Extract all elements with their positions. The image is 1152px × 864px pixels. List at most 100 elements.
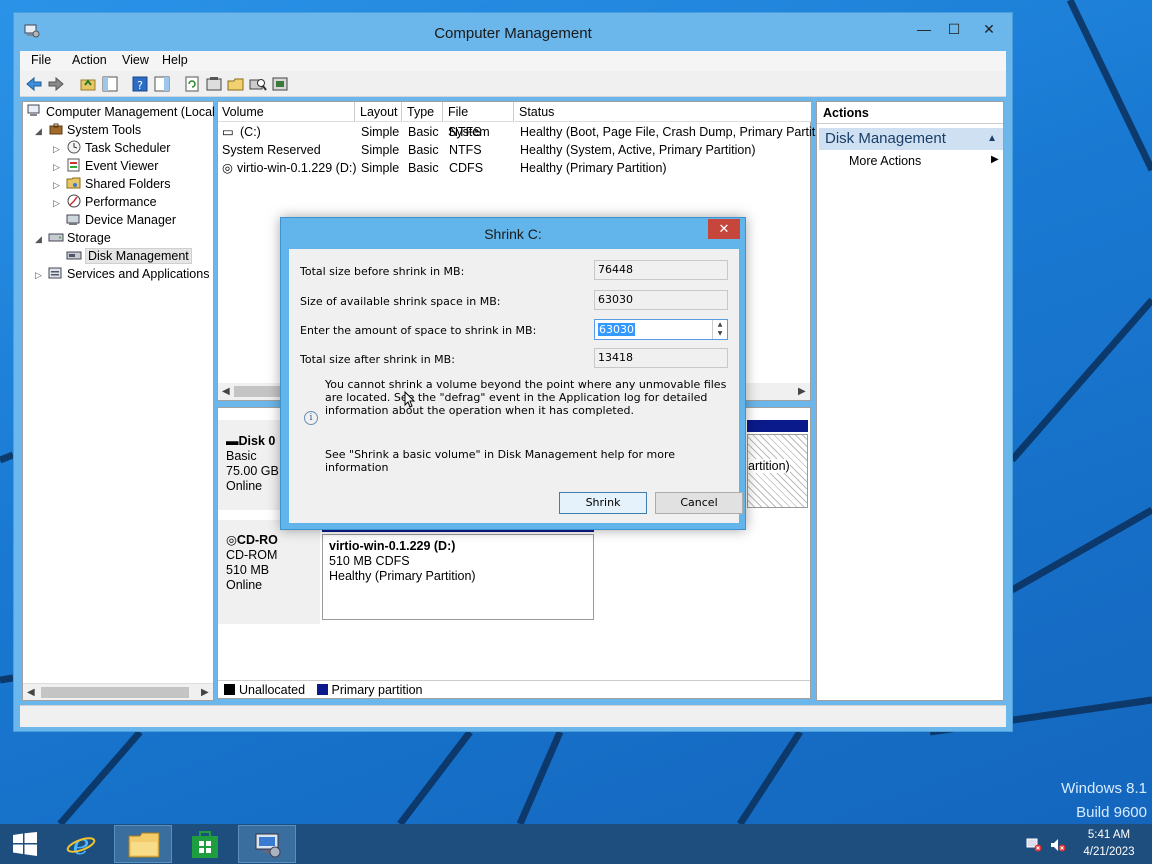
column-header-volume[interactable]: Volume: [218, 102, 355, 122]
collapse-arrow-icon[interactable]: ◢: [35, 122, 45, 140]
table-row[interactable]: ▭ (C:) Simple Basic NTFS Healthy (Boot, …: [218, 123, 832, 141]
actions-header: Actions: [817, 102, 1003, 124]
shrink-amount-input[interactable]: 63030 ▲ ▼: [594, 319, 728, 340]
performance-icon: [67, 194, 81, 208]
windows-build-text: Build 9600: [1076, 804, 1147, 821]
taskbar-file-explorer[interactable]: [114, 825, 172, 863]
more-actions-item[interactable]: More Actions: [849, 152, 921, 170]
scroll-thumb[interactable]: [41, 687, 189, 698]
tree-node-shared-folders[interactable]: ▷ Shared Folders: [53, 175, 170, 193]
available-space-label: Size of available shrink space in MB:: [300, 295, 501, 308]
shrink-help-text[interactable]: See "Shrink a basic volume" in Disk Mana…: [325, 448, 733, 474]
tree-node-performance[interactable]: ▷ Performance: [53, 193, 157, 211]
submenu-arrow-icon[interactable]: ▶: [991, 154, 999, 165]
scroll-left-arrow-icon[interactable]: ◀: [27, 684, 35, 701]
tree-node-task-scheduler[interactable]: ▷ Task Scheduler: [53, 139, 170, 157]
title-bar[interactable]: Computer Management — ☐ ✕: [14, 13, 1012, 51]
taskbar-store[interactable]: [176, 825, 234, 863]
mouse-cursor-icon: [404, 391, 416, 408]
scroll-right-arrow-icon[interactable]: ▶: [798, 383, 806, 400]
collapse-arrow-icon[interactable]: ◢: [35, 230, 45, 248]
menu-bar: File Action View Help: [20, 51, 1006, 71]
column-header-layout[interactable]: Layout: [356, 102, 402, 122]
tree-node-event-viewer[interactable]: ▷ Event Viewer: [53, 157, 158, 175]
back-arrow-icon[interactable]: [24, 74, 44, 94]
tree-label: Task Scheduler: [85, 141, 171, 155]
expand-arrow-icon[interactable]: ▷: [53, 158, 63, 176]
network-icon[interactable]: [1026, 838, 1042, 852]
info-icon: i: [304, 411, 318, 425]
properties-icon[interactable]: [204, 74, 224, 94]
expand-arrow-icon[interactable]: ▷: [53, 176, 63, 194]
show-hide-console-tree-icon[interactable]: [100, 74, 120, 94]
minimize-button[interactable]: —: [910, 19, 938, 39]
open-folder-icon[interactable]: [226, 74, 246, 94]
menu-file[interactable]: File: [31, 53, 51, 67]
menu-action[interactable]: Action: [72, 53, 107, 67]
volume-name: (C:): [240, 125, 261, 139]
partition-c[interactable]: artition): [747, 434, 808, 508]
actions-pane: Actions Disk Management ▲ More Actions ▶: [816, 101, 1004, 701]
volume-muted-icon[interactable]: [1050, 838, 1066, 852]
tree-node-disk-management[interactable]: Disk Management: [66, 247, 192, 265]
tree-node-device-manager[interactable]: Device Manager: [66, 211, 176, 229]
shrink-amount-spinner[interactable]: ▲ ▼: [712, 320, 727, 339]
menu-view[interactable]: View: [122, 53, 149, 67]
search-disk-icon[interactable]: [248, 74, 268, 94]
column-header-status[interactable]: Status: [515, 102, 811, 122]
spin-down-icon[interactable]: ▼: [713, 329, 727, 338]
column-header-type[interactable]: Type: [403, 102, 443, 122]
tree-node-services-and-applications[interactable]: ▷ Services and Applications: [35, 265, 209, 283]
more-actions-label: More Actions: [849, 154, 922, 168]
collapse-up-icon[interactable]: ▲: [987, 128, 997, 150]
tree-node-storage[interactable]: ◢ Storage: [35, 229, 111, 247]
scroll-left-arrow-icon[interactable]: ◀: [222, 383, 230, 400]
menu-help[interactable]: Help: [162, 53, 188, 67]
tree-node-system-tools[interactable]: ◢ System Tools: [35, 121, 141, 139]
up-folder-icon[interactable]: [78, 74, 98, 94]
refresh-icon[interactable]: [182, 74, 202, 94]
shrink-dialog: Shrink C: ✕ Total size before shrink in …: [280, 217, 746, 530]
shared-folder-icon: [66, 177, 81, 189]
tree-label: Event Viewer: [85, 159, 159, 173]
maximize-button[interactable]: ☐: [940, 19, 968, 39]
expand-arrow-icon[interactable]: ▷: [35, 266, 45, 284]
disk-management-icon: [66, 251, 82, 260]
computer-management-icon: [255, 833, 281, 858]
expand-arrow-icon[interactable]: ▷: [53, 194, 63, 212]
tree-label: Services and Applications: [67, 267, 210, 281]
table-row[interactable]: ◎ virtio-win-0.1.229 (D:) Simple Basic C…: [218, 159, 812, 177]
actions-group-disk-management[interactable]: Disk Management ▲: [819, 128, 1003, 150]
volume-status: Healthy (System, Active, Primary Partiti…: [520, 143, 756, 157]
taskbar-computer-management[interactable]: [238, 825, 296, 863]
disk-settings-icon[interactable]: [270, 74, 290, 94]
volume-layout: Simple: [361, 161, 400, 175]
spin-up-icon[interactable]: ▲: [713, 320, 727, 329]
expand-arrow-icon[interactable]: ▷: [53, 140, 63, 158]
close-button[interactable]: ✕: [972, 19, 1006, 39]
clock-date[interactable]: 4/21/2023: [1076, 846, 1142, 858]
cancel-button[interactable]: Cancel: [655, 492, 743, 514]
shrink-button[interactable]: Shrink: [559, 492, 647, 514]
partition-d[interactable]: virtio-win-0.1.229 (D:) 510 MB CDFS Heal…: [322, 534, 594, 620]
forward-arrow-icon[interactable]: [46, 74, 66, 94]
dialog-close-button[interactable]: ✕: [708, 219, 740, 239]
taskbar-internet-explorer[interactable]: e: [52, 825, 110, 863]
disk-legend: Unallocated Primary partition: [218, 680, 810, 698]
volume-type: Basic: [408, 125, 439, 139]
toolbar: ?: [20, 71, 1006, 97]
volume-layout: Simple: [361, 125, 400, 139]
disk-name: Disk 0: [238, 434, 276, 448]
show-hide-action-pane-icon[interactable]: [152, 74, 172, 94]
start-windows-icon[interactable]: [12, 832, 38, 856]
windows-edition-text: Windows 8.1: [1061, 780, 1147, 797]
services-icon: [48, 267, 62, 279]
clock-time[interactable]: 5:41 AM: [1080, 829, 1138, 841]
column-header-file-system[interactable]: File System: [444, 102, 514, 139]
cdrom-label[interactable]: ◎CD-RO CD-ROM 510 MB Online: [218, 520, 320, 624]
table-row[interactable]: System Reserved Simple Basic NTFS Health…: [218, 141, 812, 159]
tree-horizontal-scrollbar[interactable]: ◀ ▶: [23, 683, 213, 700]
scroll-right-arrow-icon[interactable]: ▶: [201, 684, 209, 701]
help-icon[interactable]: ?: [130, 74, 150, 94]
tree-node-computer-management[interactable]: Computer Management (Local: [27, 103, 215, 121]
